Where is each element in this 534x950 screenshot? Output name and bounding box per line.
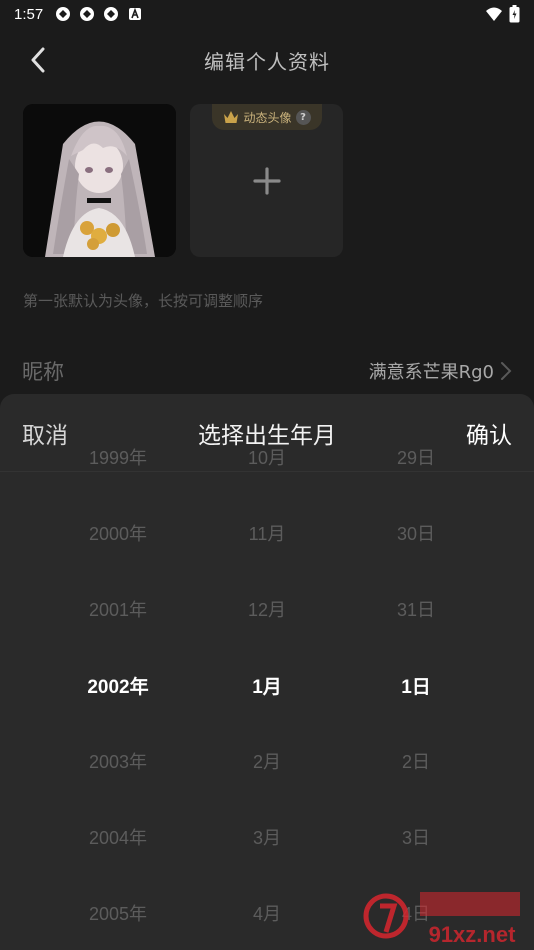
app-icon [104, 7, 119, 21]
app-icon [56, 7, 71, 21]
chevron-left-icon [31, 47, 45, 73]
picker-columns: 1999年 2000年 2001年 2002年 2003年 2004年 2005年 10月 1… [0, 444, 534, 950]
status-bar: 1:57 [0, 0, 534, 28]
avatar-hint: 第一张默认为头像，长按可调整顺序 [23, 292, 264, 310]
crown-icon [224, 111, 239, 123]
day-option[interactable]: 30日 [326, 520, 506, 546]
watermark-text: 91xz.net [429, 922, 516, 947]
chevron-right-icon [501, 362, 512, 380]
back-button[interactable] [22, 44, 54, 76]
plus-icon [252, 166, 281, 195]
avatar-image[interactable] [23, 104, 176, 257]
add-avatar-button[interactable]: 动态头像 ? [190, 104, 343, 257]
app-header: 编辑个人资料 [0, 40, 534, 80]
app-icon [80, 7, 95, 21]
battery-icon [509, 5, 520, 23]
nickname-label: 昵称 [22, 360, 64, 384]
nickname-value: 满意系芒果Rg0 [368, 362, 494, 383]
notification-icons [55, 6, 143, 22]
status-right-icons [485, 5, 520, 23]
watermark-logo: 91xz.net [363, 892, 520, 947]
day-option[interactable]: 3日 [326, 824, 506, 850]
avatar-row: 动态头像 ? [23, 104, 343, 257]
anime-girl-avatar [23, 104, 176, 257]
day-option[interactable]: 29日 [326, 444, 506, 470]
wifi-icon [486, 7, 502, 21]
letter-a-icon [129, 7, 142, 20]
status-time: 1:57 [14, 5, 44, 23]
help-icon[interactable]: ? [295, 109, 311, 125]
page-title: 编辑个人资料 [204, 49, 330, 74]
day-option[interactable]: 31日 [326, 596, 506, 622]
dynamic-avatar-badge[interactable]: 动态头像 ? [212, 104, 322, 130]
nickname-value-wrap: 满意系芒果Rg0 [369, 358, 512, 384]
day-option[interactable]: 2日 [326, 748, 506, 774]
day-option-selected[interactable]: 1日 [326, 672, 506, 699]
nickname-row[interactable]: 昵称 满意系芒果Rg0 [22, 352, 512, 390]
dynamic-avatar-label: 动态头像 [243, 110, 292, 125]
date-picker-sheet: 取消 选择出生年月 确认 1999年 2000年 2001年 2002年 2003年 20… [0, 394, 534, 950]
